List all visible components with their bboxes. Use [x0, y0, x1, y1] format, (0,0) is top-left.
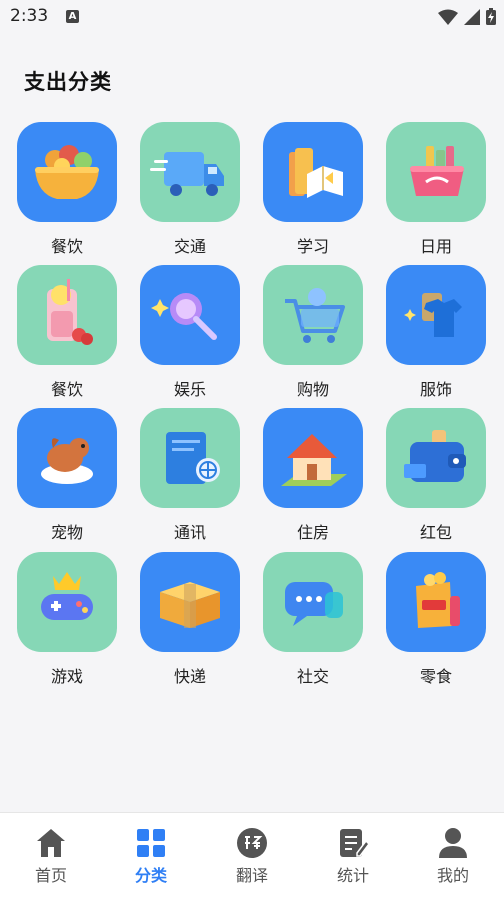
- category-item-clothing[interactable]: 服饰: [379, 265, 489, 415]
- category-tile[interactable]: [140, 265, 240, 365]
- category-label: 零食: [419, 667, 452, 686]
- category-label: 日用: [419, 237, 452, 256]
- category-label: 餐饮: [50, 237, 83, 256]
- nav-label: 首页: [34, 866, 67, 885]
- category-tile[interactable]: [263, 408, 363, 508]
- category-tile[interactable]: [263, 552, 363, 652]
- shopping-cart-icon: [285, 288, 345, 343]
- category-item-drinks[interactable]: 餐饮: [10, 265, 120, 415]
- category-label: 通讯: [173, 523, 206, 542]
- edit-doc-icon: [340, 829, 369, 857]
- category-tile[interactable]: [386, 552, 486, 652]
- globe-document-icon: [166, 432, 220, 484]
- category-tile[interactable]: [140, 552, 240, 652]
- gift-basket-icon: [410, 146, 464, 196]
- category-label: 快递: [173, 667, 206, 686]
- nav-item-category[interactable]: 分类: [101, 813, 201, 897]
- category-label: 购物: [296, 380, 329, 399]
- category-label: 娱乐: [173, 380, 206, 399]
- nav-label: 翻译: [235, 866, 268, 885]
- category-item-games[interactable]: 游戏: [10, 552, 120, 702]
- category-tile[interactable]: [386, 265, 486, 365]
- lollipop-icon: [151, 293, 217, 340]
- category-item-housing[interactable]: 住房: [256, 408, 366, 558]
- category-item-express[interactable]: 快递: [133, 552, 243, 702]
- package-icon: [160, 582, 220, 628]
- category-label: 服饰: [419, 380, 452, 399]
- category-item-shopping[interactable]: 购物: [256, 265, 366, 415]
- category-tile[interactable]: [263, 122, 363, 222]
- category-item-entertainment[interactable]: 娱乐: [133, 265, 243, 415]
- category-item-study[interactable]: 学习: [256, 122, 366, 272]
- category-tile[interactable]: [140, 122, 240, 222]
- category-label: 学习: [296, 237, 329, 256]
- category-item-communication[interactable]: 通讯: [133, 408, 243, 558]
- nav-label: 统计: [336, 866, 369, 885]
- category-tile[interactable]: [17, 265, 117, 365]
- category-label: 住房: [296, 523, 329, 542]
- person-icon: [439, 828, 467, 858]
- nav-item-stats[interactable]: 统计: [303, 813, 403, 897]
- category-tile[interactable]: [386, 408, 486, 508]
- category-label: 宠物: [50, 523, 83, 542]
- category-item-food[interactable]: 餐饮: [10, 122, 120, 272]
- home-icon: [37, 829, 65, 857]
- grid-icon: [137, 829, 165, 857]
- chips-icon: [416, 572, 460, 628]
- category-tile[interactable]: [17, 408, 117, 508]
- category-label: 红包: [419, 523, 452, 542]
- category-item-snacks[interactable]: 零食: [379, 552, 489, 702]
- nav-label: 我的: [436, 866, 469, 885]
- category-item-social[interactable]: 社交: [256, 552, 366, 702]
- nav-item-home[interactable]: 首页: [1, 813, 101, 897]
- nav-label: 分类: [134, 866, 167, 885]
- house-icon: [281, 434, 347, 486]
- category-label: 餐饮: [50, 380, 83, 399]
- category-tile[interactable]: [140, 408, 240, 508]
- category-tile[interactable]: [17, 552, 117, 652]
- category-tile[interactable]: [263, 265, 363, 365]
- translate-icon: [237, 828, 267, 858]
- gamepad-icon: [41, 572, 93, 620]
- shirt-icon: [404, 293, 462, 337]
- books-icon: [289, 148, 343, 198]
- dog-icon: [41, 438, 93, 484]
- category-item-red-packet[interactable]: 红包: [379, 408, 489, 558]
- wallet-icon: [404, 430, 466, 482]
- nav-item-translate[interactable]: 翻译: [202, 813, 302, 897]
- category-grid: 餐饮 交通 学习 日用 餐饮 娱乐 购物 服饰 宠物 通讯 住房 红包 游戏 快…: [0, 0, 504, 720]
- category-label: 社交: [296, 667, 329, 686]
- category-label: 交通: [173, 237, 206, 256]
- category-label: 游戏: [50, 667, 83, 686]
- category-item-daily[interactable]: 日用: [379, 122, 489, 272]
- chat-bubble-icon: [285, 582, 343, 626]
- category-item-pets[interactable]: 宠物: [10, 408, 120, 558]
- nav-item-profile[interactable]: 我的: [403, 813, 503, 897]
- category-tile[interactable]: [17, 122, 117, 222]
- bottom-nav: 首页 分类 翻译 统计 我的: [0, 812, 504, 897]
- truck-icon: [150, 152, 224, 196]
- category-item-transport[interactable]: 交通: [133, 122, 243, 272]
- food-bowl-icon: [35, 145, 99, 199]
- category-tile[interactable]: [386, 122, 486, 222]
- drink-icon: [47, 279, 93, 345]
